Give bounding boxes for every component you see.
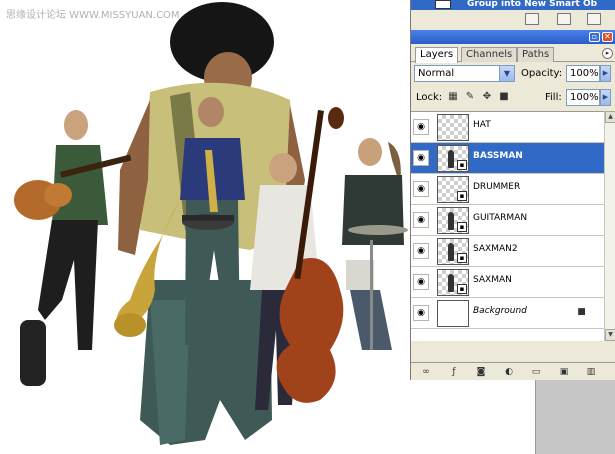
- scroll-down-icon[interactable]: ▼: [605, 329, 615, 341]
- lock-position-icon[interactable]: ✥: [481, 91, 493, 103]
- smart-object-icon: ▪: [457, 160, 467, 170]
- opacity-slider-arrow-icon[interactable]: ▶: [600, 65, 611, 82]
- tab-layers[interactable]: Layers: [415, 47, 459, 63]
- eye-icon[interactable]: ◉: [413, 243, 429, 259]
- thumbnail-figure: [448, 212, 454, 230]
- eye-icon[interactable]: ◉: [413, 119, 429, 135]
- layers-list: ◉ HAT ◉ ▪ BASSMAN ◉ ▪ DRUMMER ◉ ▪ GUITAR…: [411, 111, 604, 341]
- layers-scrollbar[interactable]: ▲ ▼: [604, 111, 615, 341]
- history-panel-strip: Group into New Smart Ob: [410, 0, 615, 30]
- fx-icon[interactable]: ƒ: [447, 366, 461, 378]
- tab-channels[interactable]: Channels: [461, 47, 518, 62]
- layer-thumbnail: ▪: [437, 238, 469, 265]
- fill-label: Fill:: [545, 92, 562, 103]
- eye-icon[interactable]: ◉: [413, 150, 429, 166]
- lock-transparent-icon[interactable]: ▦: [447, 91, 459, 103]
- blend-mode-select[interactable]: Normal ▼: [414, 65, 515, 82]
- thumbnail-figure: [448, 150, 454, 168]
- new-doc-icon[interactable]: [557, 13, 571, 25]
- close-icon[interactable]: ✕: [602, 32, 613, 42]
- lock-icon: ■: [577, 307, 586, 317]
- folder-icon[interactable]: ▭: [529, 366, 543, 378]
- mask-icon[interactable]: ◙: [474, 366, 488, 378]
- lock-image-icon[interactable]: ✎: [464, 91, 476, 103]
- layer-thumbnail: [437, 114, 469, 141]
- tab-paths[interactable]: Paths: [517, 47, 555, 62]
- eye-icon[interactable]: ◉: [413, 305, 429, 321]
- layer-name: DRUMMER: [473, 182, 521, 192]
- layer-thumbnail: ▪: [437, 269, 469, 296]
- layer-name: BASSMAN: [473, 151, 523, 161]
- layer-name: SAXMAN2: [473, 244, 518, 254]
- layers-footer: ∞ ƒ ◙ ◐ ▭ ▣ ▥: [411, 362, 615, 380]
- site-watermark: 思缘设计论坛 WWW.MISSYUAN.COM: [6, 10, 180, 21]
- panel-tabs: Layers Channels Paths ▸: [411, 45, 615, 63]
- layer-row-bassman[interactable]: ◉ ▪ BASSMAN: [411, 143, 604, 174]
- trash-icon[interactable]: ▥: [584, 366, 598, 378]
- trash-icon[interactable]: [587, 13, 601, 25]
- layer-row-background[interactable]: ◉ Background ■: [411, 298, 604, 329]
- scroll-up-icon[interactable]: ▲: [605, 111, 615, 123]
- layer-thumbnail: ▪: [437, 176, 469, 203]
- layer-row-guitarman[interactable]: ◉ ▪ GUITARMAN: [411, 205, 604, 236]
- layers-panel: ▫ ✕ Layers Channels Paths ▸ Normal ▼ Opa…: [410, 30, 615, 380]
- panel-menu-icon[interactable]: ▸: [602, 48, 613, 59]
- fill-input[interactable]: 100%: [566, 89, 600, 106]
- history-step-label: Group into New Smart Ob: [467, 0, 598, 9]
- fill-slider-arrow-icon[interactable]: ▶: [600, 89, 611, 106]
- layer-row-saxman[interactable]: ◉ ▪ SAXMAN: [411, 267, 604, 298]
- blend-mode-value: Normal: [418, 68, 455, 79]
- smart-object-icon: ▪: [457, 253, 467, 263]
- adjustment-icon[interactable]: ◐: [502, 366, 516, 378]
- camera-icon[interactable]: [525, 13, 539, 25]
- layer-name: SAXMAN: [473, 275, 512, 285]
- smart-object-icon: ▪: [457, 222, 467, 232]
- canvas-image[interactable]: [0, 0, 410, 454]
- history-step-icon: [435, 0, 451, 9]
- layer-name: HAT: [473, 120, 491, 130]
- eye-icon[interactable]: ◉: [413, 212, 429, 228]
- layer-thumbnail: ▪: [437, 207, 469, 234]
- blend-opacity-row: Normal ▼ Opacity: 100% ▶: [411, 64, 615, 84]
- eye-icon[interactable]: ◉: [413, 181, 429, 197]
- smart-object-icon: ▪: [457, 284, 467, 294]
- layer-name: GUITARMAN: [473, 213, 528, 223]
- opacity-label: Opacity:: [521, 68, 563, 79]
- panel-titlebar[interactable]: ▫ ✕: [411, 30, 615, 44]
- photoshop-window: 思缘设计论坛 WWW.MISSYUAN.COM Group into New S…: [0, 0, 615, 454]
- lock-label: Lock:: [416, 92, 443, 103]
- layer-row-saxman2[interactable]: ◉ ▪ SAXMAN2: [411, 236, 604, 267]
- lock-all-icon[interactable]: ■: [498, 91, 510, 103]
- layer-thumbnail: [437, 300, 469, 327]
- layer-row-hat[interactable]: ◉ HAT: [411, 112, 604, 143]
- layer-thumbnail: ▪: [437, 145, 469, 172]
- thumbnail-figure: [448, 243, 454, 261]
- layer-name: Background: [473, 306, 527, 316]
- lock-fill-row: Lock: ▦ ✎ ✥ ■ Fill: 100% ▶: [411, 88, 615, 108]
- layer-row-drummer[interactable]: ◉ ▪ DRUMMER: [411, 174, 604, 205]
- new-layer-icon[interactable]: ▣: [557, 366, 571, 378]
- link-icon[interactable]: ∞: [419, 366, 433, 378]
- smart-object-icon: ▪: [457, 191, 467, 201]
- opacity-input[interactable]: 100%: [566, 65, 600, 82]
- minimize-icon[interactable]: ▫: [589, 32, 600, 42]
- workspace-background: [535, 378, 615, 454]
- chevron-down-icon[interactable]: ▼: [499, 66, 514, 81]
- eye-icon[interactable]: ◉: [413, 274, 429, 290]
- thumbnail-figure: [448, 274, 454, 292]
